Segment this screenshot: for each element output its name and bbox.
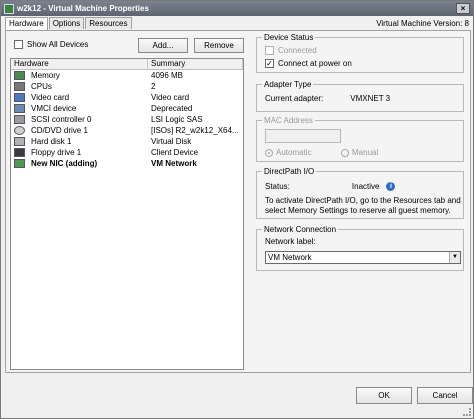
tab-strip: Hardware Options Resources [5,17,133,31]
directpath-group: DirectPath I/O Status: Inactive i To act… [256,167,464,219]
current-adapter-value: VMXNET 3 [350,94,391,103]
row-name: New NIC (adding) [31,159,98,168]
mac-address-input [265,129,341,143]
group-legend: Network Connection [262,225,339,234]
chevron-down-icon[interactable]: ▼ [449,252,460,263]
mac-automatic-option: Automatic [265,148,312,157]
network-label-caption: Network label: [265,237,316,246]
status-label: Status: [265,182,290,191]
add-button[interactable]: Add... [138,38,188,53]
window-title: w2k12 - Virtual Machine Properties [17,4,149,13]
directpath-note: To activate DirectPath I/O, go to the Re… [265,196,461,215]
cd-dvd-icon [14,126,25,135]
vmci-device-icon [14,104,25,113]
show-all-devices[interactable]: Show All Devices [14,40,88,49]
row-name: Video card [31,93,70,102]
mac-manual-option: Manual [341,148,378,157]
title-bar[interactable]: w2k12 - Virtual Machine Properties × [1,1,473,16]
hardware-panel: Show All Devices Add... Remove Hardware … [5,30,471,373]
automatic-label: Automatic [276,148,312,157]
device-status-group: Device Status Connected ✓ Connect at pow… [256,33,464,73]
resize-grip-icon[interactable] [463,408,471,416]
network-label-select[interactable]: VM Network ▼ [265,251,461,264]
mac-address-group: MAC Address Automatic Manual [256,116,464,162]
show-all-checkbox[interactable] [14,40,23,49]
manual-label: Manual [352,148,379,157]
row-name: Hard disk 1 [31,137,72,146]
show-all-label: Show All Devices [27,40,89,49]
connected-label: Connected [278,46,317,55]
group-legend: Device Status [262,33,316,42]
group-legend: DirectPath I/O [262,167,317,176]
row-summary: VM Network [151,159,197,168]
hardware-table: Hardware Summary Memory 4096 MB CPUs 2 V… [10,58,244,370]
row-name: VMCI device [31,104,77,113]
tab-hardware[interactable]: Hardware [5,17,48,31]
manual-radio [341,148,349,157]
connect-power-checkbox[interactable]: ✓ [265,59,274,68]
table-row[interactable]: SCSI controller 0 LSI Logic SAS [11,114,243,125]
column-summary[interactable]: Summary [148,59,243,69]
adapter-type-group: Adapter Type Current adapter: VMXNET 3 [256,80,464,112]
vm-app-icon [4,3,14,14]
status-value: Inactive [351,182,380,191]
row-name: Floppy drive 1 [31,148,82,157]
table-row[interactable]: CD/DVD drive 1 [ISOs] R2_w2k12_X64... [11,125,243,136]
network-connection-group: Network Connection Network label: VM Net… [256,225,464,271]
group-legend: Adapter Type [262,80,314,89]
row-name: CD/DVD drive 1 [31,126,88,135]
network-label-value: VM Network [268,253,312,262]
row-name: SCSI controller 0 [31,115,92,124]
connected-option: Connected [265,46,317,55]
close-button[interactable]: × [456,3,470,14]
row-summary: Virtual Disk [151,137,192,146]
row-summary: [ISOs] R2_w2k12_X64... [151,126,239,135]
table-header: Hardware Summary [11,59,243,70]
table-row[interactable]: Video card Video card [11,92,243,103]
current-adapter-label: Current adapter: [265,94,324,103]
current-adapter: Current adapter: VMXNET 3 [265,94,390,103]
tab-resources[interactable]: Resources [85,17,132,29]
connected-checkbox [265,46,274,55]
row-summary: Client Device [151,148,199,157]
properties-window: w2k12 - Virtual Machine Properties × Har… [0,0,474,419]
ok-button[interactable]: OK [356,387,412,404]
table-row[interactable]: Floppy drive 1 Client Device [11,147,243,158]
table-row[interactable]: VMCI device Deprecated [11,103,243,114]
row-name: CPUs [31,82,52,91]
table-row[interactable]: CPUs 2 [11,81,243,92]
scsi-controller-icon [14,115,25,124]
group-legend: MAC Address [262,116,315,125]
row-name: Memory [31,71,60,80]
memory-icon [14,71,25,80]
row-summary: 2 [151,82,156,91]
row-summary: Video card [151,93,190,102]
vm-version: Virtual Machine Version: 8 [376,19,469,28]
row-summary: Deprecated [151,104,193,113]
hard-disk-icon [14,137,25,146]
table-row[interactable]: Hard disk 1 Virtual Disk [11,136,243,147]
connect-power-label: Connect at power on [278,59,352,68]
automatic-radio [265,148,273,157]
tab-options[interactable]: Options [48,17,85,29]
remove-button[interactable]: Remove [194,38,244,53]
network-adapter-icon [14,159,25,168]
row-summary: LSI Logic SAS [151,115,203,124]
cpu-icon [14,82,25,91]
connect-power-option[interactable]: ✓ Connect at power on [265,59,352,68]
info-icon[interactable]: i [386,182,396,191]
table-row[interactable]: Memory 4096 MB [11,70,243,81]
video-card-icon [14,93,25,102]
table-row-selected[interactable]: New NIC (adding) VM Network [11,158,243,169]
cancel-button[interactable]: Cancel [417,387,473,404]
directpath-status: Status: Inactive i [265,182,396,191]
row-summary: 4096 MB [151,71,184,80]
floppy-icon [14,148,25,157]
column-hardware[interactable]: Hardware [11,59,148,69]
